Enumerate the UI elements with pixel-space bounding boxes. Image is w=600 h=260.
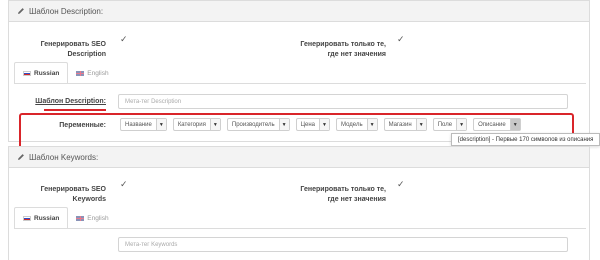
caret-down-icon: ▼ <box>509 119 520 130</box>
description-template-input[interactable]: Мета-тег Description <box>118 94 568 109</box>
highlight-underline <box>44 109 106 111</box>
caret-down-icon: ▼ <box>456 119 467 130</box>
variable-category-dropdown[interactable]: Категория ▼ <box>172 118 221 131</box>
description-panel-title: Шаблон Description: <box>29 6 104 16</box>
caret-down-icon: ▼ <box>415 119 426 130</box>
caret-down-icon: ▼ <box>278 119 289 130</box>
caret-down-icon: ▼ <box>366 119 377 130</box>
gen-empty-keywords-label: Генерировать только те, где нет значения <box>300 186 386 203</box>
gen-seo-keywords-label: Генерировать SEO Keywords <box>40 186 106 203</box>
keywords-template-input[interactable]: Мета-тег Keywords <box>118 237 568 252</box>
variable-field-dropdown[interactable]: Поле ▼ <box>432 118 468 131</box>
russia-flag-icon <box>23 70 31 76</box>
gen-empty-description-label: Генерировать только те, где нет значения <box>300 41 386 58</box>
keywords-lang-tabs: Russian English <box>14 207 117 229</box>
tab-russian[interactable]: Russian <box>14 207 69 229</box>
variables-row: Название ▼ Категория ▼ Производитель ▼ Ц… <box>120 118 521 131</box>
keywords-panel-header: Шаблон Keywords: <box>9 147 589 168</box>
keywords-panel-title: Шаблон Keywords: <box>29 152 99 162</box>
variable-price-dropdown[interactable]: Цена ▼ <box>295 118 331 131</box>
uk-flag-icon <box>76 215 85 221</box>
tab-english[interactable]: English <box>68 62 116 84</box>
russia-flag-icon <box>23 215 31 221</box>
caret-down-icon: ▼ <box>155 119 166 130</box>
variable-model-dropdown[interactable]: Модель ▼ <box>336 118 378 131</box>
tab-russian[interactable]: Russian <box>14 62 69 84</box>
variable-description-dropdown[interactable]: Описание ▼ <box>473 118 521 131</box>
gen-seo-description-checkbox[interactable]: ✓ <box>120 34 128 45</box>
gen-seo-keywords-checkbox[interactable]: ✓ <box>120 179 128 190</box>
description-lang-tabs: Russian English <box>14 62 117 84</box>
tab-divider <box>14 228 586 229</box>
pencil-icon <box>17 153 25 161</box>
gen-seo-description-label: Генерировать SEO Description <box>40 41 106 58</box>
variable-name-dropdown[interactable]: Название ▼ <box>120 118 167 131</box>
variable-manufacturer-dropdown[interactable]: Производитель ▼ <box>226 118 290 131</box>
variable-tooltip: [description] - Первые 170 символов из о… <box>451 133 600 146</box>
description-template-label: Шаблон Description: <box>35 98 106 105</box>
gen-empty-description-checkbox[interactable]: ✓ <box>397 34 405 45</box>
gen-empty-keywords-checkbox[interactable]: ✓ <box>397 179 405 190</box>
variable-store-dropdown[interactable]: Магазин ▼ <box>383 118 427 131</box>
caret-down-icon: ▼ <box>209 119 220 130</box>
description-panel-header: Шаблон Description: <box>9 1 589 22</box>
pencil-icon <box>17 7 25 15</box>
caret-down-icon: ▼ <box>319 119 330 130</box>
tab-divider <box>14 83 586 84</box>
tab-english[interactable]: English <box>68 207 116 229</box>
variables-label: Переменные: <box>59 122 106 129</box>
uk-flag-icon <box>76 70 85 76</box>
